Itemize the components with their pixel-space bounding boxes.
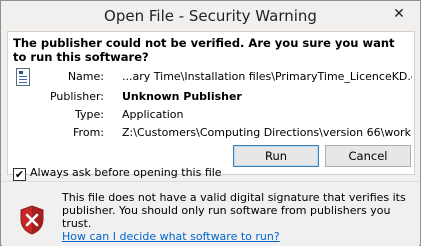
always-ask-label[interactable]: Always ask before opening this file	[30, 166, 222, 179]
security-warning-dialog: Open File - Security Warning ✕ The publi…	[0, 0, 421, 246]
run-button[interactable]: Run	[233, 145, 319, 167]
type-value: Application	[122, 108, 184, 121]
dialog-title: Open File - Security Warning	[104, 7, 317, 25]
warning-footer: This file does not have a valid digital …	[2, 181, 419, 246]
warning-heading: The publisher could not be verified. Are…	[13, 36, 395, 64]
always-ask-checkbox[interactable]: ✔	[13, 168, 26, 181]
always-ask-row[interactable]: ✔ Always ask before opening this file	[13, 166, 222, 181]
close-button[interactable]: ✕	[384, 3, 414, 25]
name-value: ...ary Time\Installation files\PrimaryTi…	[122, 70, 412, 83]
publisher-value: Unknown Publisher	[122, 90, 242, 103]
signature-warning-text: This file does not have a valid digital …	[62, 191, 406, 230]
details-panel: The publisher could not be verified. Are…	[7, 31, 415, 175]
publisher-label: Publisher:	[49, 90, 104, 103]
application-file-icon	[16, 68, 30, 86]
footer-message: This file does not have a valid digital …	[62, 191, 412, 243]
from-value: Z:\Customers\Computing Directions\versio…	[122, 126, 412, 139]
cancel-button[interactable]: Cancel	[325, 145, 411, 167]
from-label: From:	[73, 126, 104, 139]
type-label: Type:	[75, 108, 104, 121]
title-bar: Open File - Security Warning ✕	[1, 1, 420, 31]
shield-error-icon	[20, 205, 44, 235]
help-link[interactable]: How can I decide what software to run?	[62, 230, 412, 243]
name-label: Name:	[67, 70, 104, 83]
close-icon: ✕	[393, 6, 405, 22]
